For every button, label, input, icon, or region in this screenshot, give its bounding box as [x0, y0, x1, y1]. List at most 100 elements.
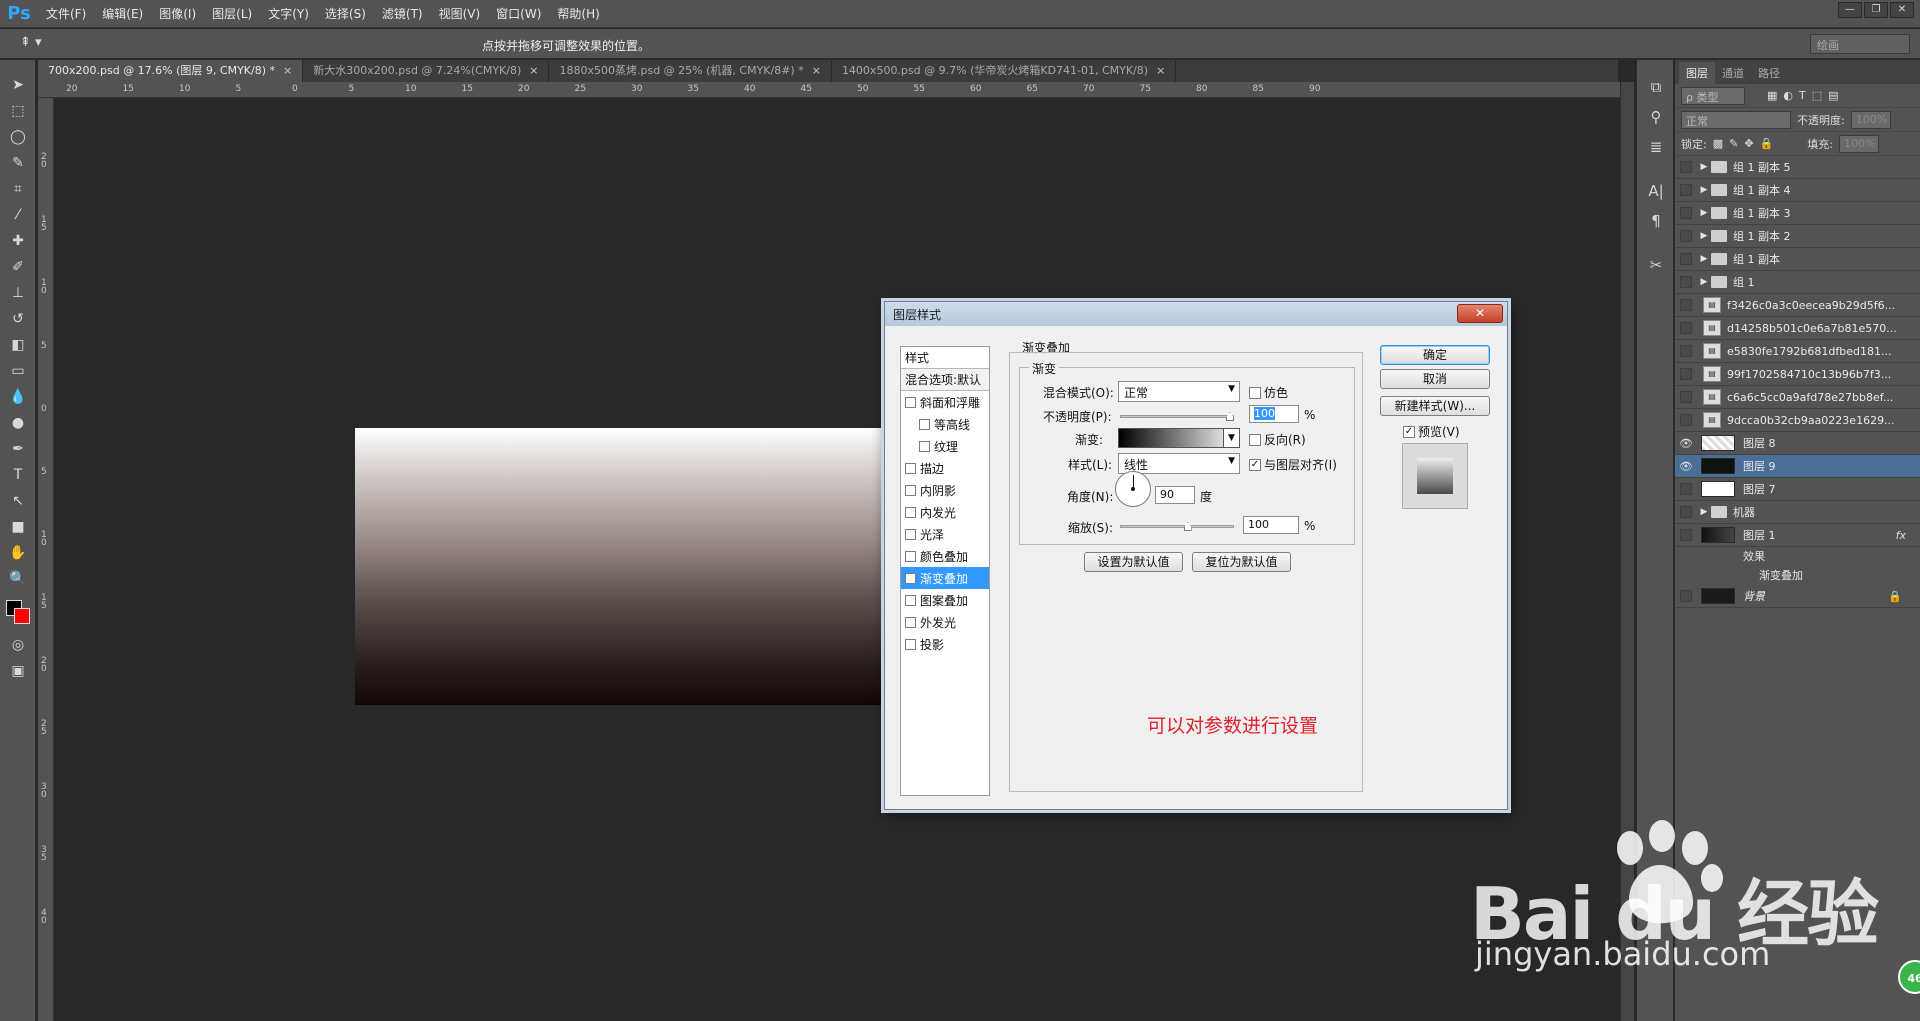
gradient-layer-preview[interactable] [355, 428, 885, 705]
layer-row[interactable]: ▶ 组 1 副本 [1675, 248, 1920, 271]
style-item[interactable]: ✓ 渐变叠加 [901, 567, 989, 589]
style-item[interactable]: 外发光 [901, 611, 989, 633]
close-tab-icon[interactable]: × [812, 64, 821, 77]
crop-tool-icon[interactable]: ⌗ [0, 176, 36, 202]
pen-tool-icon[interactable]: ✒ [0, 436, 36, 462]
layer-row[interactable]: ▤ 99f1702584710c13b96b7f3... [1675, 363, 1920, 386]
styles-header[interactable]: 样式 [901, 347, 989, 369]
visibility-toggle[interactable] [1675, 207, 1697, 219]
style-checkbox[interactable] [905, 550, 916, 562]
layer-row[interactable]: 图层 1 fx [1675, 524, 1920, 547]
align-with-layer-checkbox[interactable]: ✓ 与图层对齐(I) [1249, 456, 1337, 473]
layer-row[interactable]: ▶ 组 1 副本 2 [1675, 225, 1920, 248]
fx-icon[interactable]: fx [1896, 529, 1906, 542]
new-style-button[interactable]: 新建样式(W)... [1380, 396, 1490, 416]
close-tab-icon[interactable]: × [283, 64, 292, 77]
menu-item[interactable]: 视图(V) [431, 5, 489, 22]
layer-row[interactable]: ▤ f3426c0a3c0eecea9b29d5f6... [1675, 294, 1920, 317]
paragraph-panel-icon[interactable]: ¶ [1637, 206, 1675, 236]
visibility-toggle[interactable] [1675, 253, 1697, 265]
visibility-toggle[interactable] [1675, 230, 1697, 242]
expand-arrow-icon[interactable]: ▶ [1697, 162, 1711, 172]
reverse-box[interactable] [1249, 433, 1261, 446]
lock-position-icon[interactable]: ✥ [1744, 137, 1753, 150]
angle-input[interactable]: 90 [1155, 486, 1195, 504]
visibility-toggle[interactable] [1675, 276, 1697, 288]
document-tab[interactable]: 1400x500.psd @ 9.7% (华帝炭火烤箱KD741-01, CMY… [832, 60, 1177, 82]
style-checkbox[interactable] [905, 462, 916, 474]
layer-filter-select[interactable]: ρ 类型 [1681, 86, 1745, 105]
visibility-toggle[interactable] [1675, 414, 1697, 426]
expand-arrow-icon[interactable]: ▶ [1697, 231, 1711, 241]
visibility-toggle[interactable] [1675, 299, 1697, 311]
history-panel-icon[interactable]: ⧉ [1637, 72, 1675, 102]
lasso-tool-icon[interactable]: ◯ [0, 124, 36, 150]
preview-box[interactable]: ✓ [1403, 425, 1415, 438]
visibility-toggle[interactable] [1675, 184, 1697, 196]
layer-row[interactable]: ▶ 机器 [1675, 501, 1920, 524]
dither-box[interactable] [1249, 386, 1261, 399]
workspace-select[interactable]: 绘画 [1810, 34, 1910, 54]
history-brush-tool-icon[interactable]: ↺ [0, 306, 36, 332]
expand-arrow-icon[interactable]: ▶ [1697, 185, 1711, 195]
blending-options-item[interactable]: 混合选项:默认 [901, 369, 989, 391]
brush-tool-icon[interactable]: ✐ [0, 254, 36, 280]
layer-row[interactable]: ▤ 9dcca0b32cb9aa0223e1629... [1675, 409, 1920, 432]
layer-row[interactable]: 背景 🔒 [1675, 585, 1920, 608]
eye-icon[interactable]: 👁 [1675, 460, 1697, 473]
document-tab[interactable]: 新大水300x200.psd @ 7.24%(CMYK/8) × [303, 60, 550, 82]
style-checkbox[interactable] [905, 396, 916, 408]
minimize-button[interactable]: — [1838, 2, 1862, 18]
visibility-toggle[interactable] [1675, 506, 1697, 518]
style-item[interactable]: 内阴影 [901, 479, 989, 501]
style-checkbox[interactable] [919, 418, 930, 430]
style-checkbox[interactable] [905, 484, 916, 496]
style-item[interactable]: 内发光 [901, 501, 989, 523]
marquee-tool-icon[interactable]: ⬚ [0, 98, 36, 124]
expand-arrow-icon[interactable]: ▶ [1697, 507, 1711, 517]
style-item[interactable]: 投影 [901, 633, 989, 655]
filter-shape-icon[interactable]: ⬚ [1812, 89, 1822, 102]
reset-default-button[interactable]: 复位为默认值 [1192, 552, 1291, 572]
layer-row[interactable]: ▶ 组 1 副本 5 [1675, 156, 1920, 179]
menu-item[interactable]: 图像(I) [151, 5, 204, 22]
opacity-slider[interactable] [1120, 415, 1234, 418]
tool-presets-icon[interactable]: ✂ [1637, 250, 1675, 280]
character-panel-icon[interactable]: A| [1637, 176, 1675, 206]
scale-slider[interactable] [1120, 525, 1234, 528]
close-tab-icon[interactable]: × [1156, 64, 1165, 77]
shape-tool-icon[interactable]: ■ [0, 514, 36, 540]
menu-item[interactable]: 文件(F) [38, 5, 94, 22]
style-item[interactable]: 光泽 [901, 523, 989, 545]
dialog-close-button[interactable]: ✕ [1457, 304, 1503, 323]
eyedropper-tool-icon[interactable]: ⁄ [0, 202, 36, 228]
zoom-tool-icon[interactable]: 🔍 [0, 566, 36, 592]
blur-tool-icon[interactable]: 💧 [0, 384, 36, 410]
dodge-tool-icon[interactable]: ● [0, 410, 36, 436]
close-tab-icon[interactable]: × [529, 64, 538, 77]
visibility-toggle[interactable] [1675, 161, 1697, 173]
style-checkbox[interactable] [905, 506, 916, 518]
cancel-button[interactable]: 取消 [1380, 369, 1490, 389]
brush-presets-icon[interactable]: ≣ [1637, 132, 1675, 162]
visibility-toggle[interactable] [1675, 368, 1697, 380]
menu-item[interactable]: 编辑(E) [94, 5, 151, 22]
actions-panel-icon[interactable]: ⚲ [1637, 102, 1675, 132]
clone-stamp-tool-icon[interactable]: ⊥ [0, 280, 36, 306]
visibility-toggle[interactable] [1675, 483, 1697, 495]
menu-item[interactable]: 滤镜(T) [374, 5, 431, 22]
blend-mode-select[interactable]: 正常 [1681, 110, 1791, 129]
gradient-dropdown-icon[interactable]: ▼ [1223, 429, 1239, 447]
filter-type-icon[interactable]: T [1799, 89, 1806, 102]
style-item[interactable]: 描边 [901, 457, 989, 479]
layer-row[interactable]: ▤ c6a6c5cc0a9afd78e27bb8ef... [1675, 386, 1920, 409]
path-select-tool-icon[interactable]: ↖ [0, 488, 36, 514]
filter-pixel-icon[interactable]: ▦ [1767, 89, 1777, 102]
close-window-button[interactable]: ✕ [1890, 2, 1914, 18]
filter-smart-icon[interactable]: ▤ [1828, 89, 1838, 102]
gradient-overlay-effect-item[interactable]: 渐变叠加 [1675, 566, 1920, 585]
visibility-toggle[interactable] [1675, 590, 1697, 602]
style-item[interactable]: 斜面和浮雕 [901, 391, 989, 413]
gradient-tool-icon[interactable]: ▭ [0, 358, 36, 384]
align-box[interactable]: ✓ [1249, 458, 1261, 471]
